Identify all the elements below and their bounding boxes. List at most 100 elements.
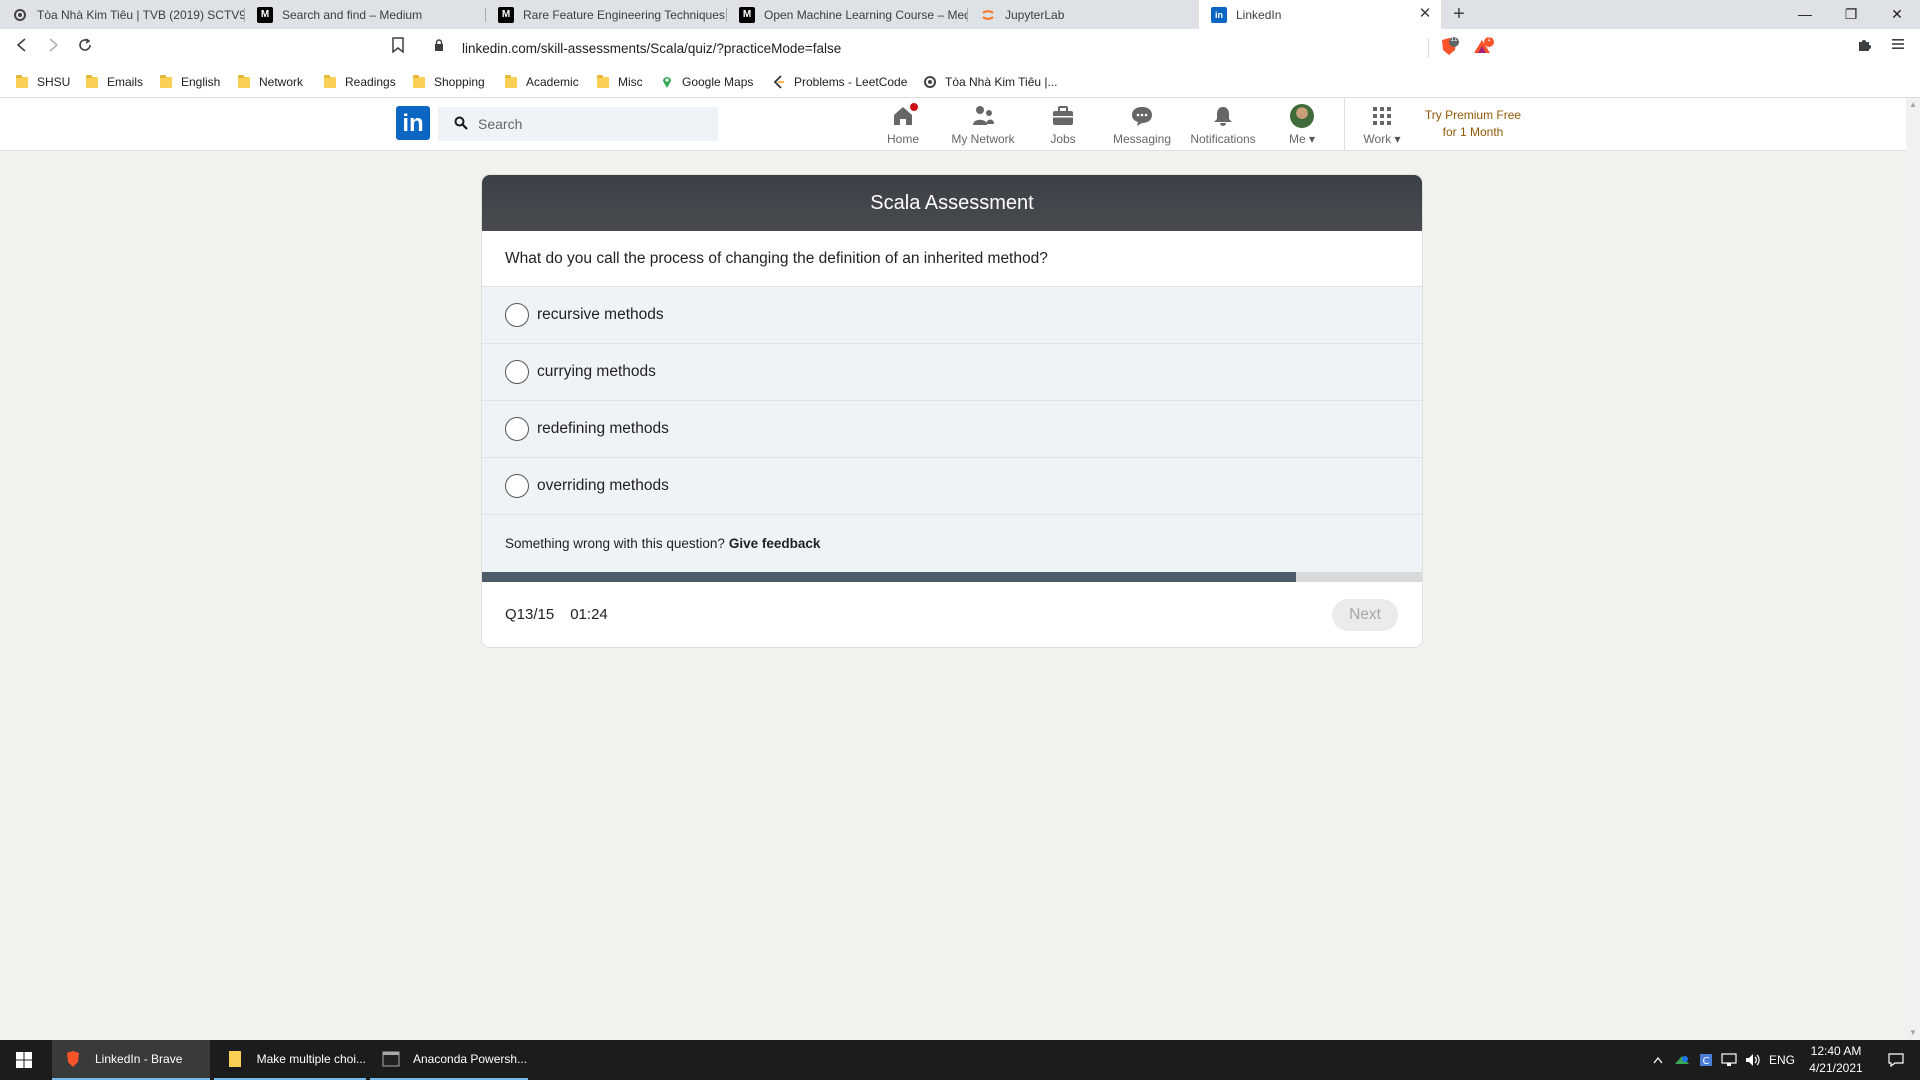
quiz-title: Scala Assessment bbox=[482, 175, 1422, 231]
answer-option[interactable]: recursive methods bbox=[482, 287, 1422, 344]
nav-work[interactable]: Work ▾ bbox=[1360, 102, 1404, 148]
search-box[interactable] bbox=[438, 107, 718, 141]
app-tray-icon[interactable]: C bbox=[1696, 1040, 1716, 1080]
question-text: What do you call the process of changing… bbox=[482, 231, 1422, 287]
browser-tab[interactable]: M Rare Feature Engineering Techniques bbox=[486, 0, 726, 29]
feedback-prompt: Something wrong with this question? bbox=[505, 536, 725, 551]
bookmark-label: Emails bbox=[107, 75, 144, 89]
folder-icon bbox=[238, 74, 250, 88]
radio-button[interactable] bbox=[505, 474, 529, 498]
bookmark-emails[interactable]: Emails bbox=[86, 72, 143, 92]
bookmark-label: Misc bbox=[618, 75, 643, 89]
restore-button[interactable]: ❐ bbox=[1828, 0, 1874, 29]
bookmark-misc[interactable]: Misc bbox=[597, 72, 643, 92]
address-bar[interactable]: linkedin.com/skill-assessments/Scala/qui… bbox=[420, 34, 1428, 62]
nav-my-network[interactable]: My Network bbox=[946, 102, 1020, 148]
svg-text:C: C bbox=[1703, 1056, 1710, 1067]
browser-tab-active[interactable]: in LinkedIn ✕ bbox=[1199, 0, 1441, 29]
bookmark-readings[interactable]: Readings bbox=[324, 72, 396, 92]
bookmark-shopping[interactable]: Shopping bbox=[413, 72, 485, 92]
onedrive-tray-icon[interactable] bbox=[1672, 1040, 1692, 1080]
avatar bbox=[1290, 104, 1314, 128]
bookmark-label: SHSU bbox=[37, 75, 71, 89]
radio-button[interactable] bbox=[505, 360, 529, 384]
taskbar-app-explorer[interactable]: Make multiple choi... bbox=[214, 1040, 366, 1080]
extensions-button[interactable] bbox=[1855, 37, 1875, 59]
nav-jobs[interactable]: Jobs bbox=[1045, 102, 1081, 148]
bookmark-leetcode[interactable]: Problems - LeetCode bbox=[772, 72, 907, 92]
language-indicator[interactable]: ENG bbox=[1766, 1040, 1798, 1080]
bookmark-label: Readings bbox=[345, 75, 396, 89]
medium-favicon-icon: M bbox=[498, 6, 514, 23]
briefcase-icon bbox=[1051, 104, 1075, 128]
tab-title: Search and find – Medium bbox=[282, 7, 423, 22]
scroll-down-arrow-icon[interactable]: ▼ bbox=[1906, 1026, 1920, 1040]
close-window-button[interactable]: ✕ bbox=[1874, 0, 1920, 29]
rewards-count: 1 bbox=[1487, 36, 1491, 43]
clock-time: 12:40 AM bbox=[1810, 1044, 1862, 1058]
forward-button[interactable] bbox=[41, 36, 65, 60]
next-button[interactable]: Next bbox=[1332, 599, 1398, 631]
page-scrollbar[interactable]: ▲ ▼ bbox=[1906, 98, 1920, 1040]
taskbar-app-brave[interactable]: LinkedIn - Brave bbox=[52, 1040, 210, 1080]
back-arrow-icon bbox=[16, 38, 26, 52]
brave-icon bbox=[64, 1050, 82, 1068]
bookmark-label: Shopping bbox=[434, 75, 485, 89]
nav-me[interactable]: Me ▾ bbox=[1283, 102, 1321, 148]
bookmark-english[interactable]: English bbox=[160, 72, 220, 92]
browser-tab[interactable]: Tòa Nhà Kim Tiêu | TVB (2019) SCTV9 bbox=[0, 0, 244, 29]
linkedin-logo[interactable]: in bbox=[396, 106, 430, 140]
try-premium-link[interactable]: Try Premium Free for 1 Month bbox=[1418, 107, 1528, 141]
show-hidden-icons-button[interactable] bbox=[1648, 1040, 1668, 1080]
browser-tab[interactable]: M Search and find – Medium bbox=[245, 0, 485, 29]
volume-tray-icon[interactable] bbox=[1742, 1040, 1764, 1080]
bookmark-google-maps[interactable]: Google Maps bbox=[660, 72, 753, 92]
brave-rewards-button[interactable]: 1 bbox=[1472, 36, 1494, 58]
scroll-up-arrow-icon[interactable]: ▲ bbox=[1906, 98, 1920, 112]
answer-option[interactable]: redefining methods bbox=[482, 401, 1422, 458]
search-input[interactable] bbox=[478, 116, 678, 132]
radio-button[interactable] bbox=[505, 417, 529, 441]
brave-shields-button[interactable]: 11 bbox=[1438, 36, 1460, 58]
bookmark-tvb[interactable]: Tòa Nhà Kim Tiêu |... bbox=[923, 72, 1058, 92]
tab-title: Rare Feature Engineering Techniques bbox=[523, 7, 725, 22]
folder-icon bbox=[413, 74, 425, 88]
notification-badge bbox=[908, 101, 920, 113]
action-center-button[interactable] bbox=[1876, 1040, 1916, 1080]
browser-menu-button[interactable] bbox=[1888, 37, 1908, 59]
answer-option[interactable]: overriding methods bbox=[482, 458, 1422, 515]
home-icon bbox=[891, 101, 920, 128]
taskbar-app-terminal[interactable]: Anaconda Powersh... bbox=[370, 1040, 528, 1080]
radio-button[interactable] bbox=[505, 303, 529, 327]
folder-icon bbox=[505, 74, 517, 88]
tvb-favicon-icon bbox=[923, 75, 937, 89]
clock-date: 4/21/2021 bbox=[1809, 1061, 1863, 1075]
browser-tab[interactable]: M Open Machine Learning Course – Med bbox=[727, 0, 967, 29]
reload-button[interactable] bbox=[73, 36, 97, 60]
give-feedback-link[interactable]: Give feedback bbox=[729, 536, 821, 551]
bookmark-shsu[interactable]: SHSU bbox=[16, 72, 70, 92]
nav-home[interactable]: Home bbox=[882, 101, 924, 148]
question-counter: Q13/15 bbox=[505, 605, 555, 623]
nav-label: Jobs bbox=[1050, 132, 1076, 146]
leetcode-icon bbox=[772, 75, 786, 89]
grid-icon bbox=[1370, 104, 1394, 128]
nav-messaging[interactable]: Messaging bbox=[1112, 102, 1172, 148]
new-tab-button[interactable]: + bbox=[1448, 3, 1470, 25]
system-clock[interactable]: 12:40 AM 4/21/2021 bbox=[1800, 1043, 1872, 1077]
quiz-timer: 01:24 bbox=[570, 605, 608, 623]
answer-option[interactable]: currying methods bbox=[482, 344, 1422, 401]
network-tray-icon[interactable] bbox=[1718, 1040, 1740, 1080]
bookmark-page-button[interactable] bbox=[388, 37, 408, 59]
bookmark-academic[interactable]: Academic bbox=[505, 72, 579, 92]
back-button[interactable] bbox=[10, 36, 34, 60]
start-button[interactable] bbox=[0, 1040, 48, 1080]
nav-notifications[interactable]: Notifications bbox=[1188, 102, 1258, 148]
jupyter-favicon-icon bbox=[980, 7, 996, 23]
browser-tab[interactable]: JupyterLab bbox=[968, 0, 1198, 29]
lock-icon bbox=[434, 39, 448, 57]
close-tab-icon[interactable]: ✕ bbox=[1417, 6, 1433, 22]
medium-favicon-icon: M bbox=[257, 6, 273, 23]
bookmark-network[interactable]: Network bbox=[238, 72, 303, 92]
minimize-button[interactable]: — bbox=[1782, 0, 1828, 29]
